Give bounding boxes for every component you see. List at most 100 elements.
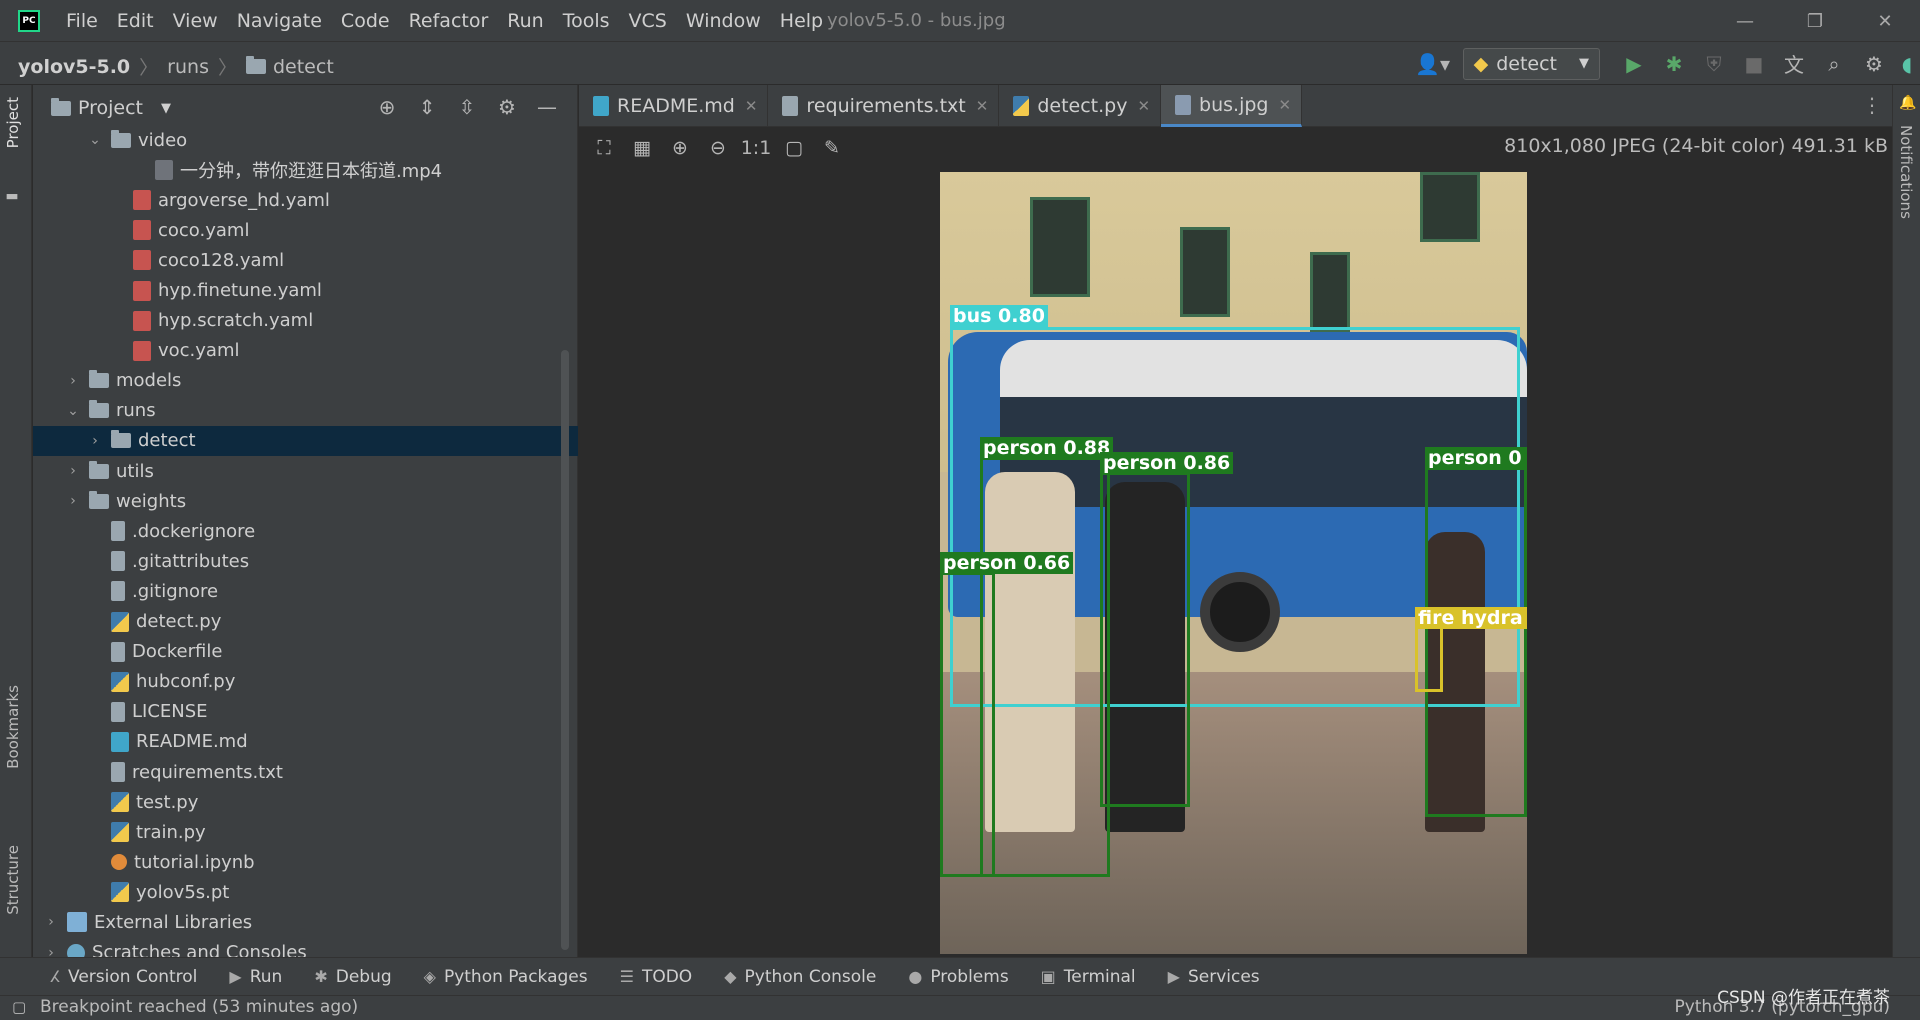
actual-size-icon[interactable]: 1:1 (737, 137, 775, 159)
menu-code[interactable]: Code (341, 10, 390, 32)
chevron-down-icon[interactable]: ⌄ (85, 132, 105, 148)
grid-icon[interactable]: ▦ (623, 137, 661, 159)
chevron-down-icon[interactable]: ⌄ (63, 403, 83, 419)
search-icon[interactable]: ⌕ (1814, 52, 1854, 76)
structure-tool-tab[interactable]: Structure (4, 845, 22, 915)
tree-scrollbar[interactable] (561, 350, 569, 950)
chevron-right-icon[interactable]: › (85, 433, 105, 449)
menu-edit[interactable]: Edit (117, 10, 154, 32)
color-picker-icon[interactable]: ✎ (813, 137, 851, 159)
menu-window[interactable]: Window (686, 10, 761, 32)
tree-item[interactable]: test.py (33, 787, 578, 817)
editor-tab[interactable]: README.md ✕ (579, 85, 769, 127)
tool-window-python-packages[interactable]: ◈ Python Packages (424, 967, 588, 987)
tree-item[interactable]: Dockerfile (33, 637, 578, 667)
tree-item[interactable]: coco128.yaml (33, 245, 578, 275)
tool-window-todo[interactable]: ☰ TODO (620, 967, 693, 987)
tree-item[interactable]: tutorial.ipynb (33, 847, 578, 877)
menu-view[interactable]: View (173, 10, 218, 32)
menu-tools[interactable]: Tools (563, 10, 610, 32)
tree-item[interactable]: argoverse_hd.yaml (33, 185, 578, 215)
close-button[interactable]: ✕ (1850, 11, 1920, 32)
menu-file[interactable]: File (66, 10, 98, 32)
chevron-right-icon[interactable]: › (63, 493, 83, 509)
chevron-down-icon[interactable]: ▼ (161, 101, 171, 116)
menu-navigate[interactable]: Navigate (237, 10, 322, 32)
menu-refactor[interactable]: Refactor (409, 10, 489, 32)
run-configuration-select[interactable]: ◆ detect ▼ (1462, 47, 1600, 80)
menu-run[interactable]: Run (507, 10, 543, 32)
tool-window-debug[interactable]: ✱ Debug (314, 967, 391, 987)
tree-item[interactable]: LICENSE (33, 697, 578, 727)
bell-icon[interactable]: 🔔 (1899, 95, 1916, 111)
close-icon[interactable]: ✕ (745, 97, 758, 115)
tool-window-problems[interactable]: ● Problems (908, 967, 1008, 987)
tool-window-services[interactable]: ▶ Services (1168, 967, 1260, 987)
tree-item[interactable]: .gitattributes (33, 546, 578, 576)
editor-tab[interactable]: bus.jpg ✕ (1161, 85, 1303, 127)
tree-item[interactable]: train.py (33, 817, 578, 847)
chevron-right-icon[interactable]: › (63, 463, 83, 479)
tree-item[interactable]: .dockerignore (33, 516, 578, 546)
tree-item[interactable]: › models (33, 366, 578, 396)
background-icon[interactable]: ▢ (775, 137, 813, 159)
bookmarks-tool-tab[interactable]: Bookmarks (4, 685, 22, 769)
gear-icon[interactable]: ⚙ (487, 95, 527, 119)
coverage-icon[interactable]: ⛨ (1694, 52, 1734, 76)
collapse-all-icon[interactable]: ⇳ (447, 95, 487, 119)
breadcrumb-runs[interactable]: runs (167, 56, 209, 78)
close-icon[interactable]: ✕ (1137, 97, 1150, 115)
menu-vcs[interactable]: VCS (629, 10, 667, 32)
tree-item[interactable]: yolov5s.pt (33, 877, 578, 907)
panel-toggle-icon[interactable]: ▢ (12, 998, 26, 1016)
tree-item[interactable]: 一分钟，带你逛逛日本街道.mp4 (33, 155, 578, 185)
tree-item[interactable]: detect.py (33, 607, 578, 637)
chevron-right-icon[interactable]: › (41, 914, 61, 930)
close-icon[interactable]: ✕ (976, 97, 989, 115)
tree-item[interactable]: › utils (33, 456, 578, 486)
tool-window-run[interactable]: ▶ Run (229, 967, 282, 987)
gear-icon[interactable]: ⚙ (1854, 52, 1894, 76)
expand-all-icon[interactable]: ⇕ (407, 95, 447, 119)
locate-icon[interactable]: ⊕ (367, 95, 407, 119)
tree-item[interactable]: hubconf.py (33, 667, 578, 697)
more-icon[interactable]: ⋮ (1862, 93, 1882, 117)
restore-button[interactable]: ❐ (1780, 11, 1850, 32)
tree-item[interactable]: README.md (33, 727, 578, 757)
breadcrumb-project[interactable]: yolov5-5.0 (18, 56, 130, 78)
tree-item[interactable]: requirements.txt (33, 757, 578, 787)
tree-item[interactable]: › detect (33, 425, 578, 457)
tool-window-terminal[interactable]: ▣ Terminal (1041, 967, 1136, 987)
fit-icon[interactable]: ⛶ (585, 137, 623, 159)
close-icon[interactable]: ✕ (1279, 96, 1292, 114)
project-panel-title[interactable]: Project (78, 97, 143, 119)
tree-item[interactable]: › External Libraries (33, 907, 578, 937)
tree-item[interactable]: .gitignore (33, 576, 578, 606)
tool-window-version-control[interactable]: ⵃ Version Control (50, 967, 197, 987)
zoom-in-icon[interactable]: ⊕ (661, 137, 699, 159)
tree-item[interactable]: coco.yaml (33, 215, 578, 245)
plugin-icon[interactable]: ◖ (1894, 52, 1920, 76)
project-tool-tab[interactable]: Project (4, 97, 22, 148)
stop-icon[interactable]: ■ (1734, 52, 1774, 76)
hide-icon[interactable]: — (527, 95, 567, 119)
menu-help[interactable]: Help (780, 10, 823, 32)
tree-item[interactable]: ⌄ video (33, 125, 578, 155)
tool-window-python-console[interactable]: ◆ Python Console (724, 967, 876, 987)
tree-item[interactable]: hyp.finetune.yaml (33, 275, 578, 305)
tree-item[interactable]: ⌄ runs (33, 396, 578, 426)
tree-item[interactable]: hyp.scratch.yaml (33, 306, 578, 336)
debug-icon[interactable]: ✱ (1654, 52, 1694, 76)
minimize-button[interactable]: — (1710, 11, 1780, 32)
tree-item[interactable]: voc.yaml (33, 336, 578, 366)
user-icon[interactable]: 👤▾ (1403, 52, 1463, 76)
chevron-right-icon[interactable]: › (63, 373, 83, 389)
notifications-tool-tab[interactable]: Notifications (1897, 125, 1915, 219)
zoom-out-icon[interactable]: ⊖ (699, 137, 737, 159)
tree-item[interactable]: › weights (33, 486, 578, 516)
translate-icon[interactable]: 文 (1774, 49, 1814, 78)
editor-tab[interactable]: detect.py ✕ (999, 85, 1162, 127)
run-icon[interactable]: ▶ (1614, 52, 1654, 76)
breadcrumb-detect[interactable]: detect (273, 56, 334, 78)
editor-tab[interactable]: requirements.txt ✕ (768, 85, 1000, 127)
